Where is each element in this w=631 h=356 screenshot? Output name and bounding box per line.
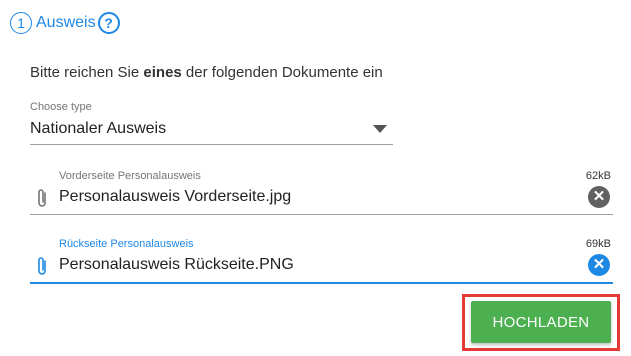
document-type-value: Nationaler Ausweis bbox=[30, 120, 167, 137]
file-field-front[interactable]: Vorderseite Personalausweis 62kB Persona… bbox=[30, 168, 613, 215]
document-type-select[interactable]: Choose type Nationaler Ausweis bbox=[30, 100, 393, 145]
remove-file-icon[interactable]: ✕ bbox=[588, 186, 610, 208]
step-number-badge: 1 bbox=[10, 12, 32, 34]
instruction-text-start: Bitte reichen Sie bbox=[30, 64, 144, 81]
help-icon[interactable]: ? bbox=[97, 12, 120, 34]
file-size: 69kB bbox=[585, 238, 611, 250]
remove-file-icon[interactable]: ✕ bbox=[588, 254, 610, 276]
paperclip-icon bbox=[38, 257, 46, 275]
file-size: 62kB bbox=[585, 170, 611, 182]
dropdown-arrow-icon[interactable] bbox=[373, 125, 387, 133]
file-field-label: Vorderseite Personalausweis bbox=[59, 170, 201, 182]
instruction-emphasis: eines bbox=[143, 64, 182, 81]
paperclip-icon bbox=[38, 189, 46, 207]
step-header: 1 Ausweis ? bbox=[10, 10, 120, 36]
instruction-text-end: der folgenden Dokumente ein bbox=[181, 64, 383, 81]
file-field-back[interactable]: Rückseite Personalausweis 69kB Personala… bbox=[30, 236, 613, 284]
step-title: Ausweis bbox=[36, 14, 96, 31]
file-name: Personalausweis Rückseite.PNG bbox=[59, 256, 294, 273]
instruction-text: Bitte reichen Sie eines der folgenden Do… bbox=[30, 64, 383, 81]
document-type-label: Choose type bbox=[30, 101, 92, 113]
file-name: Personalausweis Vorderseite.jpg bbox=[59, 188, 292, 205]
file-field-label: Rückseite Personalausweis bbox=[59, 238, 194, 250]
upload-button[interactable]: HOCHLADEN bbox=[471, 301, 611, 343]
